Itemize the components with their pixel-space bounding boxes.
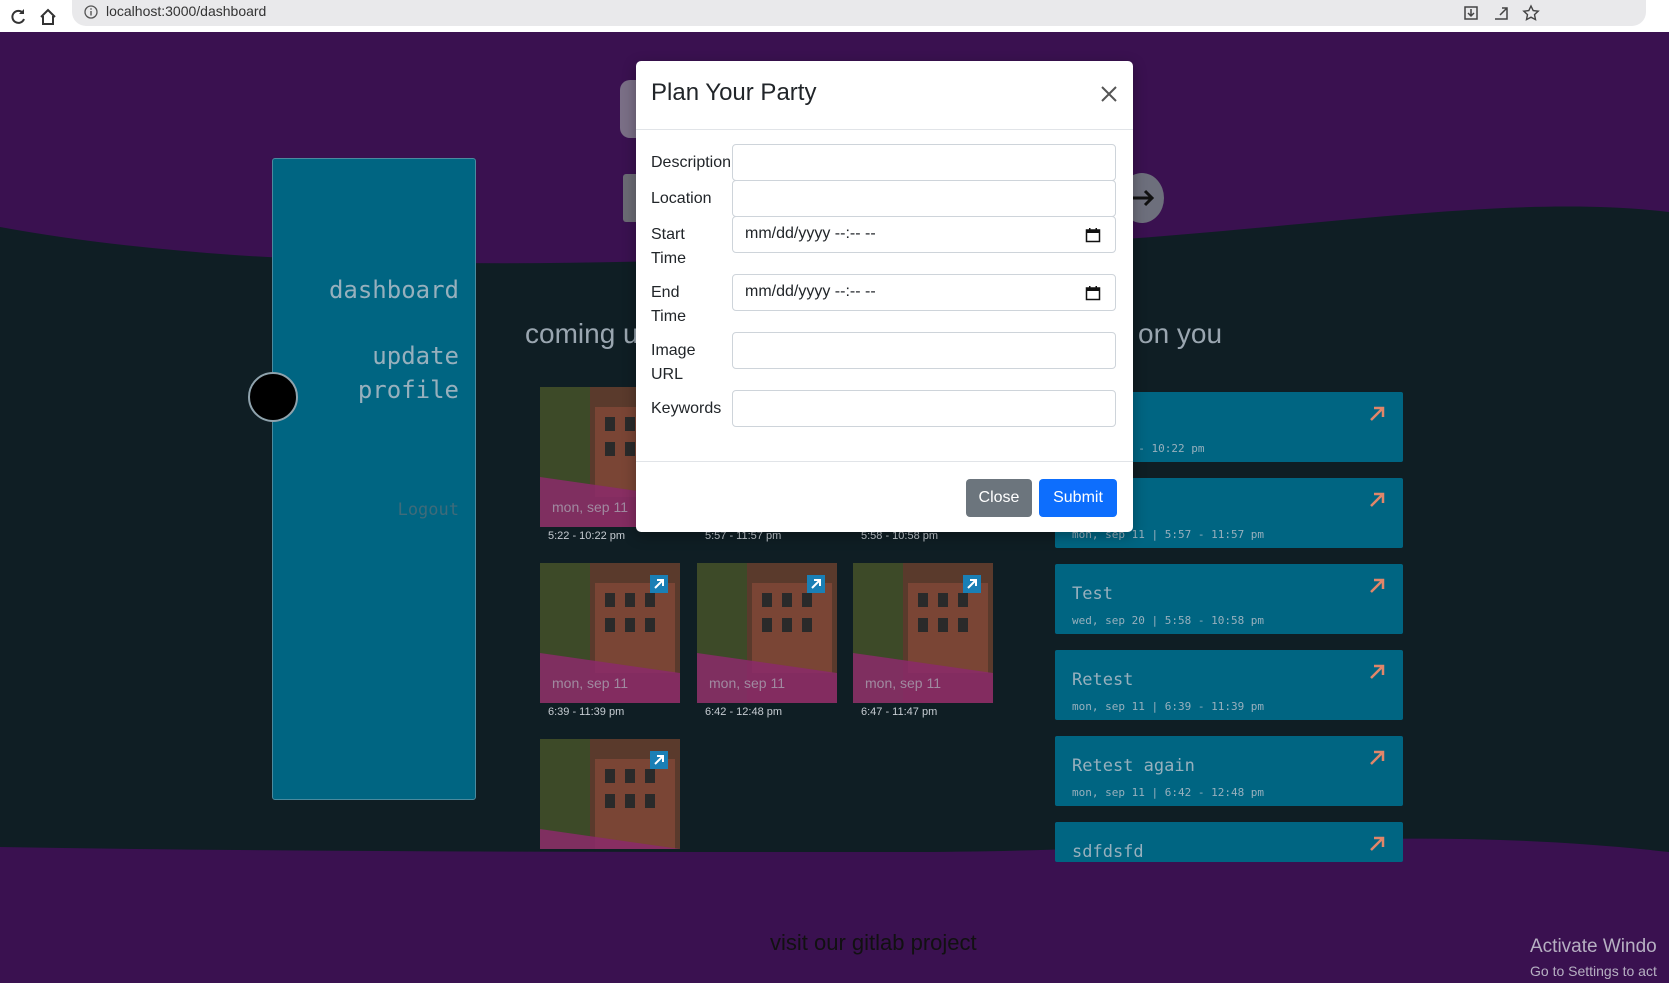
party-thumbnail[interactable]: mon, sep 11	[853, 563, 993, 703]
info-icon[interactable]	[84, 5, 98, 19]
open-arrow-icon[interactable]	[1367, 404, 1387, 424]
open-arrow-icon[interactable]	[650, 575, 668, 593]
description-input[interactable]	[732, 144, 1116, 181]
end-time-input[interactable]: mm/dd/yyyy --:-- --	[732, 274, 1116, 311]
end-time-label-line1: End	[651, 284, 680, 301]
windows-activation-watermark: Activate Windo Go to Settings to act	[1530, 935, 1657, 983]
event-meta: wed, sep 20 | 5:58 - 10:58 pm	[1072, 614, 1265, 627]
start-time-input[interactable]: mm/dd/yyyy --:-- --	[732, 216, 1116, 253]
event-title: sdfdsfd	[1072, 842, 1144, 862]
event-card[interactable]: Retest again mon, sep 11 | 6:42 - 12:48 p…	[1055, 736, 1403, 806]
browser-toolbar: localhost:3000/dashboard	[0, 0, 1669, 33]
image-url-input[interactable]	[732, 332, 1116, 369]
description-label: Description	[651, 154, 732, 171]
open-arrow-icon[interactable]	[807, 575, 825, 593]
plan-party-modal: Plan Your Party Description Location Sta…	[636, 61, 1133, 532]
sidebar-item-profile[interactable]: profile	[358, 373, 459, 407]
image-url-label-line1: Image	[651, 342, 696, 359]
event-title: Retest again	[1072, 756, 1195, 776]
end-time-placeholder: mm/dd/yyyy --:-- --	[745, 283, 876, 300]
party-thumbnail[interactable]: mon, sep 11	[540, 563, 680, 703]
sidebar-item-dashboard[interactable]: dashboard	[329, 273, 459, 307]
keywords-label: Keywords	[651, 400, 722, 417]
open-arrow-icon[interactable]	[1367, 834, 1387, 854]
party-thumbnail[interactable]: mon, sep 11	[697, 563, 837, 703]
event-meta: mon, sep 11 | 6:39 - 11:39 pm	[1072, 700, 1265, 713]
keywords-input[interactable]	[732, 390, 1116, 427]
thumbnail-time: 6:47 - 11:47 pm	[861, 706, 938, 718]
thumbnail-date: mon, sep 11	[865, 675, 942, 691]
home-icon[interactable]	[39, 8, 57, 26]
watermark-line2: Go to Settings to act	[1530, 963, 1657, 979]
thumbnail-time: 6:39 - 11:39 pm	[548, 706, 625, 718]
event-card[interactable]: Test wed, sep 20 | 5:58 - 10:58 pm	[1055, 564, 1403, 634]
image-url-label-line2: URL	[651, 366, 684, 383]
thumbnail-time: 5:22 - 10:22 pm	[548, 530, 626, 542]
location-label: Location	[651, 190, 712, 207]
event-title: Retest	[1072, 670, 1134, 690]
open-arrow-icon[interactable]	[1367, 662, 1387, 682]
start-time-placeholder: mm/dd/yyyy --:-- --	[745, 225, 876, 242]
open-arrow-icon[interactable]	[650, 751, 668, 769]
close-button[interactable]: Close	[966, 479, 1032, 517]
modal-footer: Close Submit	[636, 461, 1133, 533]
sidebar-item-update[interactable]: update	[372, 339, 459, 373]
event-meta: mon, sep 11 | 6:42 - 12:48 pm	[1072, 786, 1265, 799]
calendar-icon[interactable]	[1085, 227, 1101, 243]
modal-header: Plan Your Party	[636, 61, 1133, 130]
gitlab-link[interactable]: visit our gitlab project	[770, 930, 977, 956]
start-time-label-line2: Time	[651, 250, 686, 267]
location-input[interactable]	[732, 180, 1116, 217]
submit-button[interactable]: Submit	[1039, 479, 1117, 517]
calendar-icon[interactable]	[1085, 285, 1101, 301]
thumbnail-time: 6:42 - 12:48 pm	[705, 706, 783, 718]
share-icon[interactable]	[1492, 4, 1510, 22]
open-arrow-icon[interactable]	[1367, 490, 1387, 510]
avatar[interactable]	[248, 372, 298, 422]
sidebar-item-logout[interactable]: Logout	[398, 493, 459, 527]
install-icon[interactable]	[1462, 4, 1480, 22]
on-you-title: on you	[1138, 318, 1223, 349]
party-thumbnail[interactable]	[540, 739, 680, 849]
address-bar[interactable]: localhost:3000/dashboard	[72, 0, 1646, 26]
thumbnail-date: mon, sep 11	[552, 675, 629, 691]
end-time-label: End Time	[651, 281, 686, 329]
url-text[interactable]: localhost:3000/dashboard	[106, 3, 266, 19]
start-time-label: Start Time	[651, 223, 686, 271]
close-icon[interactable]	[1099, 84, 1119, 104]
event-title: Test	[1072, 584, 1113, 604]
reload-icon[interactable]	[9, 8, 27, 26]
thumbnail-date: mon, sep 11	[709, 675, 786, 691]
open-arrow-icon[interactable]	[1367, 748, 1387, 768]
image-url-label: Image URL	[651, 339, 695, 387]
sidebar: dashboard update profile Logout	[272, 158, 476, 800]
open-arrow-icon[interactable]	[963, 575, 981, 593]
end-time-label-line2: Time	[651, 308, 686, 325]
start-time-label-line1: Start	[651, 226, 685, 243]
watermark-line1: Activate Windo	[1530, 936, 1657, 957]
thumbnail-date: mon, sep 11	[552, 499, 629, 515]
bookmark-star-icon[interactable]	[1522, 4, 1540, 22]
modal-title: Plan Your Party	[651, 79, 817, 106]
event-card[interactable]: sdfdsfd	[1055, 822, 1403, 862]
coming-up-title: coming u	[525, 318, 639, 349]
event-card[interactable]: Retest mon, sep 11 | 6:39 - 11:39 pm	[1055, 650, 1403, 720]
open-arrow-icon[interactable]	[1367, 576, 1387, 596]
